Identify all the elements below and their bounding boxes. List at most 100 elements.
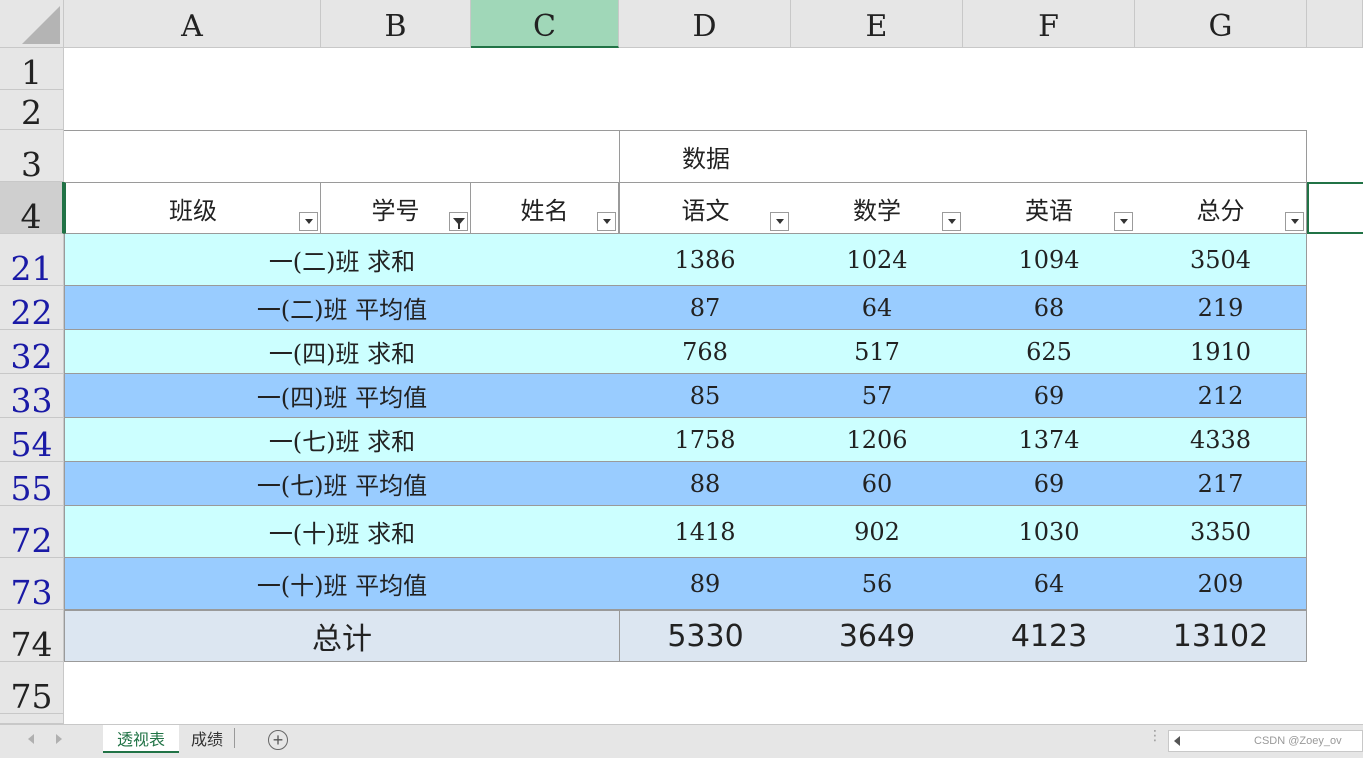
pivot-header-name[interactable]: 姓名 [471, 182, 619, 234]
pivot-value-math[interactable]: 1206 [791, 418, 963, 462]
pivot-frame-blank[interactable] [64, 130, 619, 182]
pivot-value-english[interactable]: 64 [963, 558, 1135, 610]
pivot-row-label[interactable]: 一(七)班 平均值 [64, 462, 619, 506]
pivot-value-total[interactable]: 3350 [1135, 506, 1307, 558]
select-all-corner[interactable] [0, 0, 64, 48]
sheet-tab-scores[interactable]: 成绩 [180, 728, 235, 749]
column-header-b[interactable]: B [321, 0, 471, 48]
chevron-down-icon [1290, 219, 1299, 224]
pivot-value-english[interactable]: 1374 [963, 418, 1135, 462]
pivot-header-math[interactable]: 数学 [791, 182, 963, 234]
column-header-h[interactable] [1307, 0, 1363, 48]
total-dropdown[interactable] [1285, 212, 1304, 231]
column-header-a[interactable]: A [64, 0, 321, 48]
pivot-value-total[interactable]: 3504 [1135, 234, 1307, 286]
row-header-2[interactable]: 2 [0, 90, 64, 130]
pivot-value-chinese[interactable]: 85 [619, 374, 791, 418]
pivot-row-label[interactable]: 一(十)班 求和 [64, 506, 619, 558]
pivot-value-chinese[interactable]: 1386 [619, 234, 791, 286]
pivot-row-label[interactable]: 一(二)班 求和 [64, 234, 619, 286]
row-header-75[interactable]: 75 [0, 662, 64, 714]
row-header-32[interactable]: 32 [0, 330, 64, 374]
pivot-value-math[interactable]: 57 [791, 374, 963, 418]
tab-splitter-icon[interactable]: ⋮ [1148, 728, 1162, 742]
pivot-value-math[interactable]: 1024 [791, 234, 963, 286]
row-header-4[interactable]: 4 [0, 182, 64, 234]
chevron-down-icon [304, 219, 313, 224]
row-header-55[interactable]: 55 [0, 462, 64, 506]
pivot-value-english[interactable]: 1030 [963, 506, 1135, 558]
pivot-value-chinese[interactable]: 1418 [619, 506, 791, 558]
row-header-22[interactable]: 22 [0, 286, 64, 330]
pivot-value-total[interactable]: 212 [1135, 374, 1307, 418]
column-header-e[interactable]: E [791, 0, 963, 48]
pivot-value-math[interactable]: 56 [791, 558, 963, 610]
row-header-74[interactable]: 74 [0, 610, 64, 662]
pivot-header-class[interactable]: 班级 [64, 182, 321, 234]
grand-total-label[interactable]: 总计 [64, 610, 619, 662]
next-sheet-icon[interactable] [56, 734, 62, 744]
pivot-header-english-label: 英语 [1025, 196, 1073, 225]
pivot-value-english[interactable]: 69 [963, 462, 1135, 506]
pivot-value-english[interactable]: 625 [963, 330, 1135, 374]
sheet-tab-pivot[interactable]: 透视表 [103, 725, 179, 753]
row-header-73[interactable]: 73 [0, 558, 64, 610]
row-header-1[interactable]: 1 [0, 48, 64, 90]
pivot-value-chinese[interactable]: 1758 [619, 418, 791, 462]
pivot-value-chinese[interactable]: 768 [619, 330, 791, 374]
grand-total-math[interactable]: 3649 [791, 610, 963, 662]
math-dropdown[interactable] [942, 212, 961, 231]
prev-sheet-icon[interactable] [28, 734, 34, 744]
pivot-row-label[interactable]: 一(四)班 平均值 [64, 374, 619, 418]
pivot-value-english[interactable]: 68 [963, 286, 1135, 330]
active-cell-h4[interactable] [1307, 182, 1363, 234]
pivot-value-math[interactable]: 517 [791, 330, 963, 374]
row-header-72[interactable]: 72 [0, 506, 64, 558]
pivot-value-math[interactable]: 60 [791, 462, 963, 506]
chinese-dropdown[interactable] [770, 212, 789, 231]
pivot-header-english[interactable]: 英语 [963, 182, 1135, 234]
pivot-header-total[interactable]: 总分 [1135, 182, 1307, 234]
pivot-value-chinese[interactable]: 89 [619, 558, 791, 610]
pivot-header-math-label: 数学 [853, 196, 901, 225]
scroll-left-icon[interactable] [1174, 736, 1180, 746]
chevron-down-icon [775, 219, 784, 224]
row-header-21[interactable]: 21 [0, 234, 64, 286]
pivot-value-chinese[interactable]: 88 [619, 462, 791, 506]
pivot-header-id[interactable]: 学号 [321, 182, 471, 234]
pivot-value-english[interactable]: 69 [963, 374, 1135, 418]
pivot-row-label[interactable]: 一(四)班 求和 [64, 330, 619, 374]
pivot-row-label[interactable]: 一(十)班 平均值 [64, 558, 619, 610]
pivot-row-label[interactable]: 一(二)班 平均值 [64, 286, 619, 330]
id-filter-dropdown[interactable] [449, 212, 468, 231]
pivot-value-chinese[interactable]: 87 [619, 286, 791, 330]
pivot-value-math[interactable]: 64 [791, 286, 963, 330]
column-header-f[interactable]: F [963, 0, 1135, 48]
pivot-value-total[interactable]: 1910 [1135, 330, 1307, 374]
pivot-header-id-label: 学号 [371, 196, 420, 225]
pivot-value-english[interactable]: 1094 [963, 234, 1135, 286]
row-header-33[interactable]: 33 [0, 374, 64, 418]
pivot-header-chinese[interactable]: 语文 [619, 182, 791, 234]
name-filter-dropdown[interactable] [597, 212, 616, 231]
pivot-value-total[interactable]: 219 [1135, 286, 1307, 330]
column-header-d[interactable]: D [619, 0, 791, 48]
row-header-3[interactable]: 3 [0, 130, 64, 182]
grand-total-chinese[interactable]: 5330 [619, 610, 791, 662]
pivot-value-total[interactable]: 209 [1135, 558, 1307, 610]
column-header-c[interactable]: C [471, 0, 619, 48]
row-header-54[interactable]: 54 [0, 418, 64, 462]
row-header-76 [0, 714, 64, 724]
english-dropdown[interactable] [1114, 212, 1133, 231]
add-sheet-button[interactable]: + [268, 730, 288, 750]
class-filter-dropdown[interactable] [299, 212, 318, 231]
column-header-g[interactable]: G [1135, 0, 1307, 48]
grand-total-english[interactable]: 4123 [963, 610, 1135, 662]
chevron-down-icon [602, 219, 611, 224]
pivot-value-total[interactable]: 217 [1135, 462, 1307, 506]
pivot-data-label[interactable]: 数据 [619, 130, 1307, 182]
pivot-row-label[interactable]: 一(七)班 求和 [64, 418, 619, 462]
pivot-value-total[interactable]: 4338 [1135, 418, 1307, 462]
grand-total-sum[interactable]: 13102 [1135, 610, 1307, 662]
pivot-value-math[interactable]: 902 [791, 506, 963, 558]
